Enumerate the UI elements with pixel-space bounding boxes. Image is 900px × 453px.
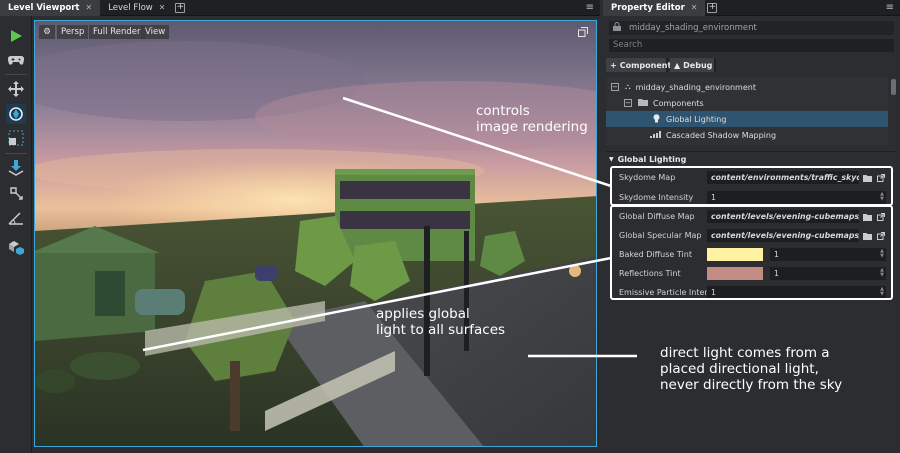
component-tree: − ⛬ midday_shading_environment − Compone… (606, 77, 888, 145)
separator (5, 74, 27, 75)
collapse-icon[interactable]: − (611, 83, 619, 91)
divider (606, 151, 897, 152)
chart-icon (650, 130, 661, 140)
debug-button[interactable]: ▲ Debug (670, 58, 716, 72)
section-header-global-lighting[interactable]: ▼ Global Lighting (609, 153, 686, 165)
tree-label: midday_shading_environment (635, 82, 756, 92)
gear-icon: ⚙ (43, 27, 51, 37)
tree-label: Global Lighting (666, 114, 727, 124)
move-icon[interactable] (6, 79, 26, 99)
tab-property-editor[interactable]: Property Editor ✕ (603, 0, 706, 16)
cubes-icon[interactable] (6, 238, 26, 258)
right-tab-bar: Property Editor ✕ + ≡ (603, 0, 900, 16)
left-tab-bar: Level Viewport ✕ Level Flow ✕ + ≡ (0, 0, 600, 16)
tab-label: Property Editor (611, 2, 685, 13)
add-component-label: Component (619, 60, 672, 70)
add-component-button[interactable]: + Component (606, 58, 671, 72)
view-button[interactable]: View (141, 25, 170, 39)
debug-icon: ▲ (674, 60, 681, 70)
annotation-applies: applies global light to all surfaces (376, 306, 506, 338)
level-viewport[interactable]: ⚙ Persp Full Render View (34, 20, 597, 447)
view-label: View (145, 27, 166, 37)
full-render-label: Full Render (93, 27, 141, 37)
maximize-icon[interactable] (578, 27, 588, 40)
left-toolbar (0, 16, 32, 453)
add-tab-icon[interactable]: + (707, 2, 718, 13)
collapse-icon[interactable]: − (624, 99, 632, 107)
annotation-controls: controls image rendering (476, 103, 588, 135)
persp-label: Persp (61, 27, 85, 37)
tree-item-cascaded-shadow[interactable]: Cascaded Shadow Mapping (606, 127, 888, 143)
full-render-button[interactable]: Full Render (89, 25, 145, 39)
entity-name: midday_shading_environment (629, 23, 757, 33)
global-maps-highlight-box (610, 205, 893, 300)
persp-button[interactable]: Persp (57, 25, 89, 39)
separator (5, 153, 27, 154)
annotation-direct: direct light comes from a placed directi… (660, 345, 843, 393)
close-icon[interactable]: ✕ (159, 3, 166, 12)
plus-icon: + (610, 60, 617, 70)
skydome-highlight-box (610, 166, 893, 206)
folder-icon (638, 98, 648, 108)
debug-label: Debug (683, 60, 713, 70)
tree-label: Cascaded Shadow Mapping (666, 130, 777, 140)
tree-item-components[interactable]: − Components (606, 95, 888, 111)
drop-icon[interactable] (6, 158, 26, 178)
tab-label: Level Flow (108, 2, 153, 13)
tree-label: Components (653, 98, 704, 108)
tree-scrollbar[interactable] (891, 79, 896, 95)
entity-icon: ⛬ (625, 82, 631, 91)
close-icon[interactable]: ✕ (691, 3, 698, 12)
scene-render (35, 41, 596, 446)
menu-icon[interactable]: ≡ (586, 2, 594, 13)
tab-level-flow[interactable]: Level Flow ✕ (100, 0, 173, 16)
search-input[interactable]: Search (609, 39, 894, 52)
add-tab-icon[interactable]: + (175, 2, 186, 13)
tab-label: Level Viewport (8, 2, 80, 13)
tab-level-viewport[interactable]: Level Viewport ✕ (0, 0, 101, 16)
angle-icon[interactable] (6, 208, 26, 228)
menu-icon[interactable]: ≡ (886, 2, 894, 13)
close-icon[interactable]: ✕ (86, 3, 93, 12)
play-icon[interactable] (6, 26, 26, 46)
scale-icon[interactable] (6, 128, 26, 148)
gamepad-icon[interactable] (6, 50, 26, 70)
bulb-icon (653, 113, 660, 125)
tree-item-global-lighting[interactable]: Global Lighting (606, 111, 888, 127)
lock-icon[interactable] (613, 22, 621, 34)
entity-name-row: midday_shading_environment (609, 21, 894, 35)
section-title: Global Lighting (617, 154, 687, 164)
viewport-settings-button[interactable]: ⚙ (39, 25, 55, 39)
snap-icon[interactable] (6, 104, 26, 124)
pivot-icon[interactable] (6, 183, 26, 203)
tree-item-entity[interactable]: − ⛬ midday_shading_environment (606, 79, 888, 95)
search-placeholder: Search (613, 40, 643, 50)
chevron-down-icon: ▼ (609, 155, 614, 163)
